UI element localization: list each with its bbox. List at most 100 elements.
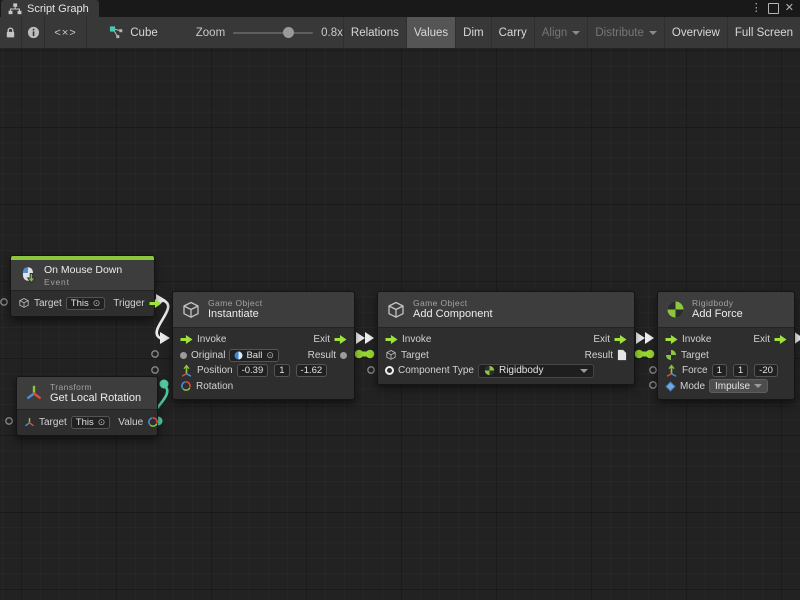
result-port-label: Result [585, 350, 613, 361]
lock-button[interactable] [0, 17, 22, 48]
transform-port-icon[interactable] [24, 417, 35, 428]
fullscreen-button[interactable]: Full Screen [727, 17, 800, 48]
target-port-label: Target [39, 417, 67, 428]
rotation-port-icon[interactable] [180, 380, 192, 392]
original-port-label: Original [191, 350, 225, 361]
mouse-icon [19, 266, 37, 284]
target-port-label: Target [681, 350, 709, 361]
tab-script-graph[interactable]: Script Graph [1, 0, 99, 17]
node-on-mouse-down[interactable]: On Mouse Down Event Target This ⊙ Trigge… [10, 255, 155, 317]
wire-addcomponent-result-to-target[interactable] [635, 350, 655, 359]
object-picker-icon[interactable]: ⊙ [98, 417, 106, 428]
object-picker-icon[interactable]: ⊙ [266, 350, 274, 361]
graph-canvas[interactable]: On Mouse Down Event Target This ⊙ Trigge… [0, 48, 800, 600]
info-button[interactable] [22, 17, 44, 48]
maximize-icon[interactable] [768, 3, 779, 14]
node-supertitle: Game Object [413, 298, 493, 308]
game-object-port-icon[interactable] [385, 349, 397, 361]
target-port-label: Target [401, 350, 429, 361]
vector3-port-icon[interactable] [665, 364, 678, 377]
zoom-slider-handle[interactable] [283, 27, 294, 38]
chevron-down-icon [580, 369, 588, 373]
node-subtitle: Event [44, 277, 122, 287]
node-add-force[interactable]: Rigidbody Add Force Invoke Exit Target [657, 291, 795, 400]
target-object-field[interactable]: This ⊙ [71, 416, 111, 429]
align-button[interactable]: Align [534, 17, 588, 48]
relations-button[interactable]: Relations [343, 17, 406, 48]
graph-breadcrumb[interactable]: Cube [109, 25, 158, 40]
force-z-field[interactable]: -20 [754, 364, 778, 377]
node-title: Get Local Rotation [50, 392, 141, 405]
node-title: Add Force [692, 308, 743, 321]
info-icon [27, 26, 40, 39]
node-supertitle: Game Object [208, 298, 262, 308]
original-port-icon[interactable] [180, 352, 187, 359]
enum-port-icon[interactable] [665, 381, 676, 392]
node-title: On Mouse Down [44, 264, 122, 277]
distribute-button[interactable]: Distribute [587, 17, 664, 48]
vector3-port-icon[interactable] [180, 364, 193, 377]
zoom-slider[interactable] [233, 32, 313, 34]
script-graph-window: Script Graph ⋮ ✕ <×> Cube Zoom 0.8x [0, 0, 800, 600]
graph-toolbar: <×> Cube Zoom 0.8x Relations Values Dim … [0, 17, 800, 49]
script-graph-asset-icon [109, 25, 124, 40]
force-x-field[interactable]: 1 [712, 364, 727, 377]
dim-button[interactable]: Dim [455, 17, 490, 48]
node-add-component[interactable]: Game Object Add Component Invoke Exit Ta… [377, 291, 635, 385]
close-icon[interactable]: ✕ [785, 0, 794, 17]
window-controls: ⋮ ✕ [751, 0, 800, 17]
rigidbody-icon [666, 300, 685, 319]
position-port-label: Position [197, 365, 233, 376]
node-supertitle: Rigidbody [692, 298, 743, 308]
target-object-field[interactable]: This ⊙ [66, 297, 106, 310]
wire-addcomponent-to-addforce-flow[interactable] [636, 332, 654, 344]
ball-icon [234, 351, 243, 360]
position-y-field[interactable]: 1 [274, 364, 289, 377]
exit-port-label: Exit [593, 334, 610, 345]
type-port-icon[interactable] [385, 366, 394, 375]
menu-icon[interactable]: ⋮ [751, 0, 762, 17]
carry-button[interactable]: Carry [491, 17, 534, 48]
component-type-label: Component Type [398, 365, 474, 376]
exit-port-label: Exit [313, 334, 330, 345]
rotation-port-icon[interactable] [147, 416, 159, 428]
wire-instantiate-to-addcomponent-flow[interactable] [356, 332, 374, 344]
trigger-port-icon[interactable] [149, 298, 162, 309]
chevron-down-icon [754, 384, 762, 388]
force-port-label: Force [682, 365, 708, 376]
invoke-port-icon[interactable] [385, 334, 398, 345]
target-port-label: Target [34, 298, 62, 309]
game-object-port-icon[interactable] [18, 297, 30, 309]
component-result-icon[interactable] [617, 349, 627, 361]
force-y-field[interactable]: 1 [733, 364, 748, 377]
exit-port-icon[interactable] [614, 334, 627, 345]
invoke-port-label: Invoke [402, 334, 431, 345]
invoke-port-label: Invoke [682, 334, 711, 345]
toolbar-toggle-group: Relations Values Dim Carry Align Distrib… [343, 17, 800, 48]
values-button[interactable]: Values [406, 17, 455, 48]
component-type-dropdown[interactable]: Rigidbody [478, 364, 594, 378]
mode-port-label: Mode [680, 381, 705, 392]
position-z-field[interactable]: -1.62 [296, 364, 328, 377]
object-picker-icon[interactable]: ⊙ [93, 298, 101, 309]
transform-icon [25, 384, 43, 402]
original-object-field[interactable]: Ball ⊙ [229, 349, 278, 362]
rigidbody-port-icon[interactable] [665, 349, 677, 361]
wire-instantiate-result-to-target[interactable] [355, 350, 375, 359]
node-title: Instantiate [208, 308, 262, 321]
force-mode-dropdown[interactable]: Impulse [709, 379, 768, 393]
position-x-field[interactable]: -0.39 [237, 364, 269, 377]
exit-port-icon[interactable] [774, 334, 787, 345]
result-port-icon[interactable] [340, 352, 347, 359]
exit-port-label: Exit [753, 334, 770, 345]
chevron-down-icon [572, 31, 580, 35]
result-port-label: Result [308, 350, 336, 361]
tab-title: Script Graph [27, 3, 89, 15]
overview-button[interactable]: Overview [664, 17, 727, 48]
invoke-port-icon[interactable] [665, 334, 678, 345]
inspect-code-button[interactable]: <×> [45, 17, 87, 48]
invoke-port-icon[interactable] [180, 334, 193, 345]
node-get-local-rotation[interactable]: Transform Get Local Rotation Target This… [16, 376, 158, 436]
exit-port-icon[interactable] [334, 334, 347, 345]
node-instantiate[interactable]: Game Object Instantiate Invoke Exit Orig… [172, 291, 355, 400]
